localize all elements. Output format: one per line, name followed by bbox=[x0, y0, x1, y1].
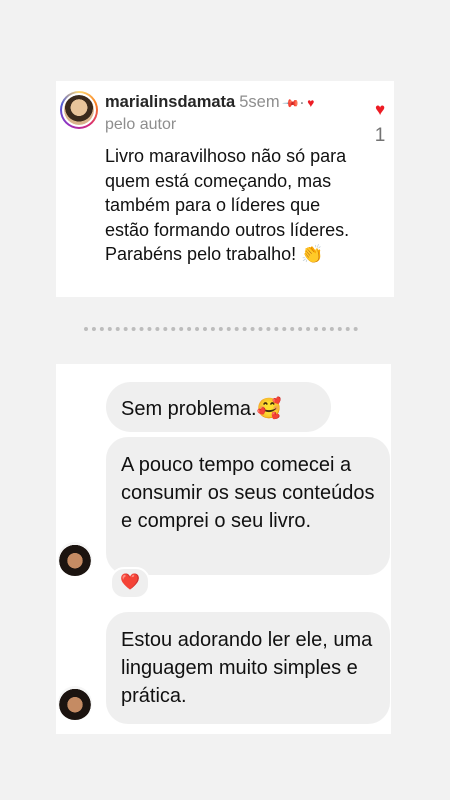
comment-header: marialinsdamata 5sem📌· ♥ bbox=[105, 93, 315, 113]
message-text: Estou adorando ler ele, uma linguagem mu… bbox=[121, 629, 373, 707]
message-bubble[interactable]: Estou adorando ler ele, uma linguagem mu… bbox=[106, 612, 390, 724]
comment-card: marialinsdamata 5sem📌· ♥ pelo autor Livro … bbox=[56, 81, 394, 297]
like-count[interactable]: 1 bbox=[370, 125, 390, 147]
chat-card: Sem problema.🥰 A pouco tempo comecei a c… bbox=[56, 364, 391, 734]
like-area: ♥ 1 bbox=[370, 101, 390, 147]
message-bubble[interactable]: A pouco tempo comecei a consumir os seus… bbox=[106, 437, 390, 575]
like-heart-icon[interactable]: ♥ bbox=[370, 101, 390, 119]
message-bubble[interactable]: Sem problema.🥰 bbox=[106, 382, 331, 432]
liked-by-author-heart-icon: ♥ bbox=[307, 96, 315, 110]
comment-time: 5sem bbox=[239, 93, 280, 111]
message-text: A pouco tempo comecei a consumir os seus… bbox=[121, 454, 375, 532]
message-text: Sem problema.🥰 bbox=[121, 398, 282, 420]
sender-avatar[interactable] bbox=[58, 686, 92, 720]
sender-avatar[interactable] bbox=[58, 542, 92, 576]
liked-by-author-label: pelo autor bbox=[105, 116, 177, 133]
section-divider bbox=[84, 327, 358, 331]
commenter-username[interactable]: marialinsdamata bbox=[105, 93, 235, 111]
heart-reaction[interactable]: ❤️ bbox=[110, 567, 150, 599]
comment-text: Livro maravilhoso não só para quem está … bbox=[105, 146, 350, 264]
profile-photo bbox=[64, 95, 94, 125]
separator-dot: · bbox=[300, 96, 305, 110]
pin-icon: 📌 bbox=[281, 94, 300, 113]
commenter-avatar[interactable] bbox=[60, 91, 98, 129]
